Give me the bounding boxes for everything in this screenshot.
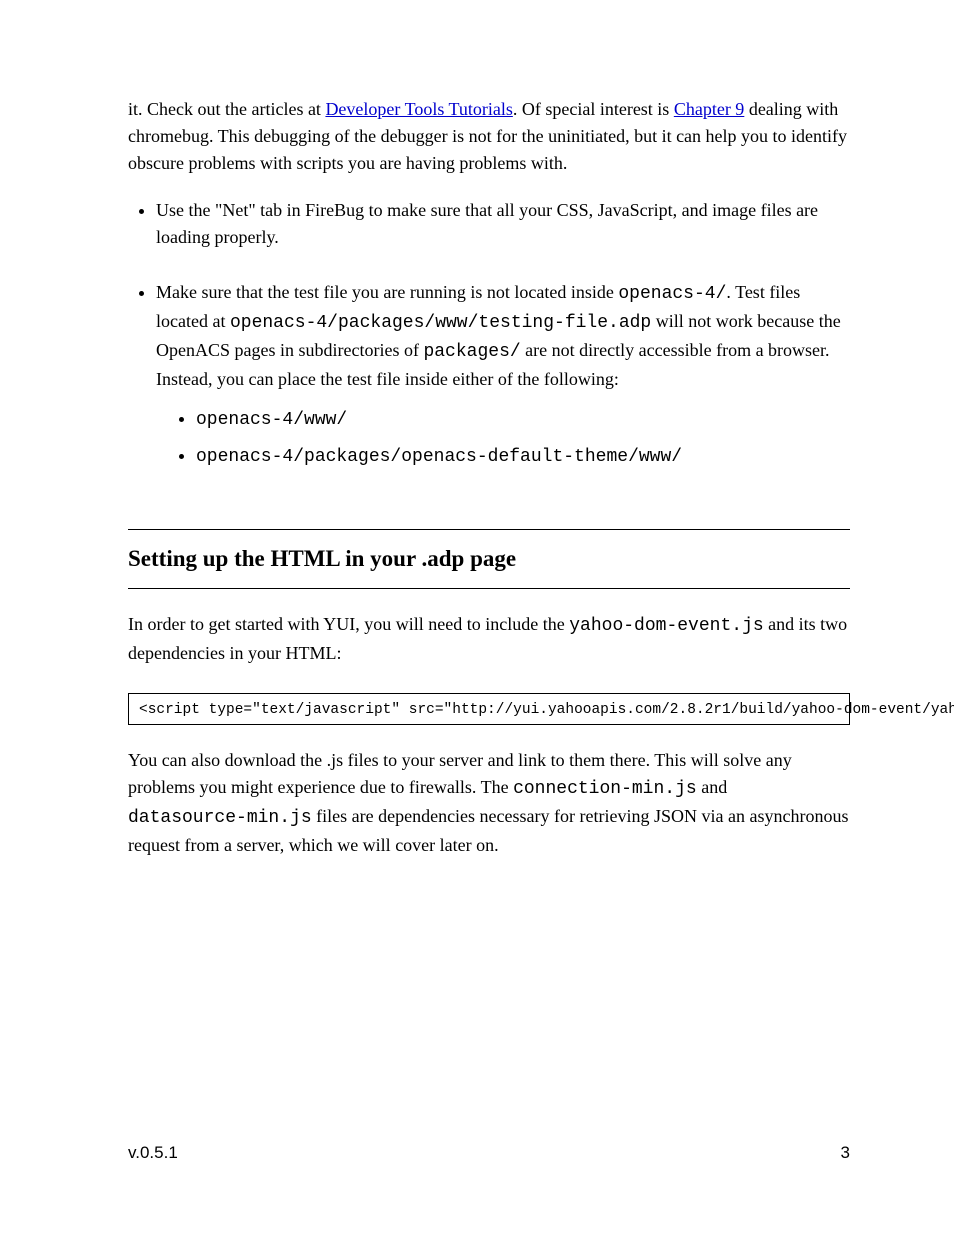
divider-bottom [128,588,850,589]
list-item: openacs-4/www/ [196,405,850,434]
sub-item-2: openacs-4/packages/openacs-default-theme… [196,447,682,467]
link-developer-tools-tutorials[interactable]: Developer Tools Tutorials [325,99,512,119]
sub-item-1: openacs-4/www/ [196,410,347,430]
section-heading: Setting up the HTML in your .adp page [128,546,850,572]
list-item: Use the "Net" tab in FireBug to make sur… [156,197,850,251]
bullet-2-code3: packages/ [423,342,520,362]
p2-code1: connection-min.js [513,779,697,799]
intro-paragraph: it. Check out the articles at Developer … [128,96,850,177]
link-chapter-9[interactable]: Chapter 9 [674,99,744,119]
code-snippet-box: <script type="text/javascript" src="http… [128,693,850,725]
setup-paragraph-1: In order to get started with YUI, you wi… [128,611,850,667]
bullet-2-prefix: Make sure that the test file you are run… [156,282,618,302]
p1-code: yahoo-dom-event.js [569,616,763,636]
footer-version: v.0.5.1 [128,1143,178,1163]
bullet-2-code2: openacs-4/packages/www/testing-file.adp [230,313,651,333]
p2-code2: datasource-min.js [128,808,312,828]
code-snippet-line: <script type="text/javascript" src="http… [139,702,954,718]
tips-list: Use the "Net" tab in FireBug to make sur… [128,197,850,471]
list-item: Make sure that the test file you are run… [156,279,850,471]
intro-pre: it. Check out the articles at [128,99,325,119]
sub-list: openacs-4/www/ openacs-4/packages/openac… [156,405,850,471]
setup-paragraph-2: You can also download the .js files to y… [128,747,850,859]
p2-mid: and [697,777,728,797]
intro-mid: . Of special interest is [513,99,674,119]
bullet-2-code1: openacs-4/ [618,284,726,304]
footer-page-number: 3 [841,1143,850,1163]
bullet-1-text: Use the "Net" tab in FireBug to make sur… [156,200,818,247]
list-item: openacs-4/packages/openacs-default-theme… [196,442,850,471]
divider-top [128,529,850,530]
page-footer: v.0.5.1 3 [128,1143,850,1163]
p1-pre: In order to get started with YUI, you wi… [128,614,569,634]
